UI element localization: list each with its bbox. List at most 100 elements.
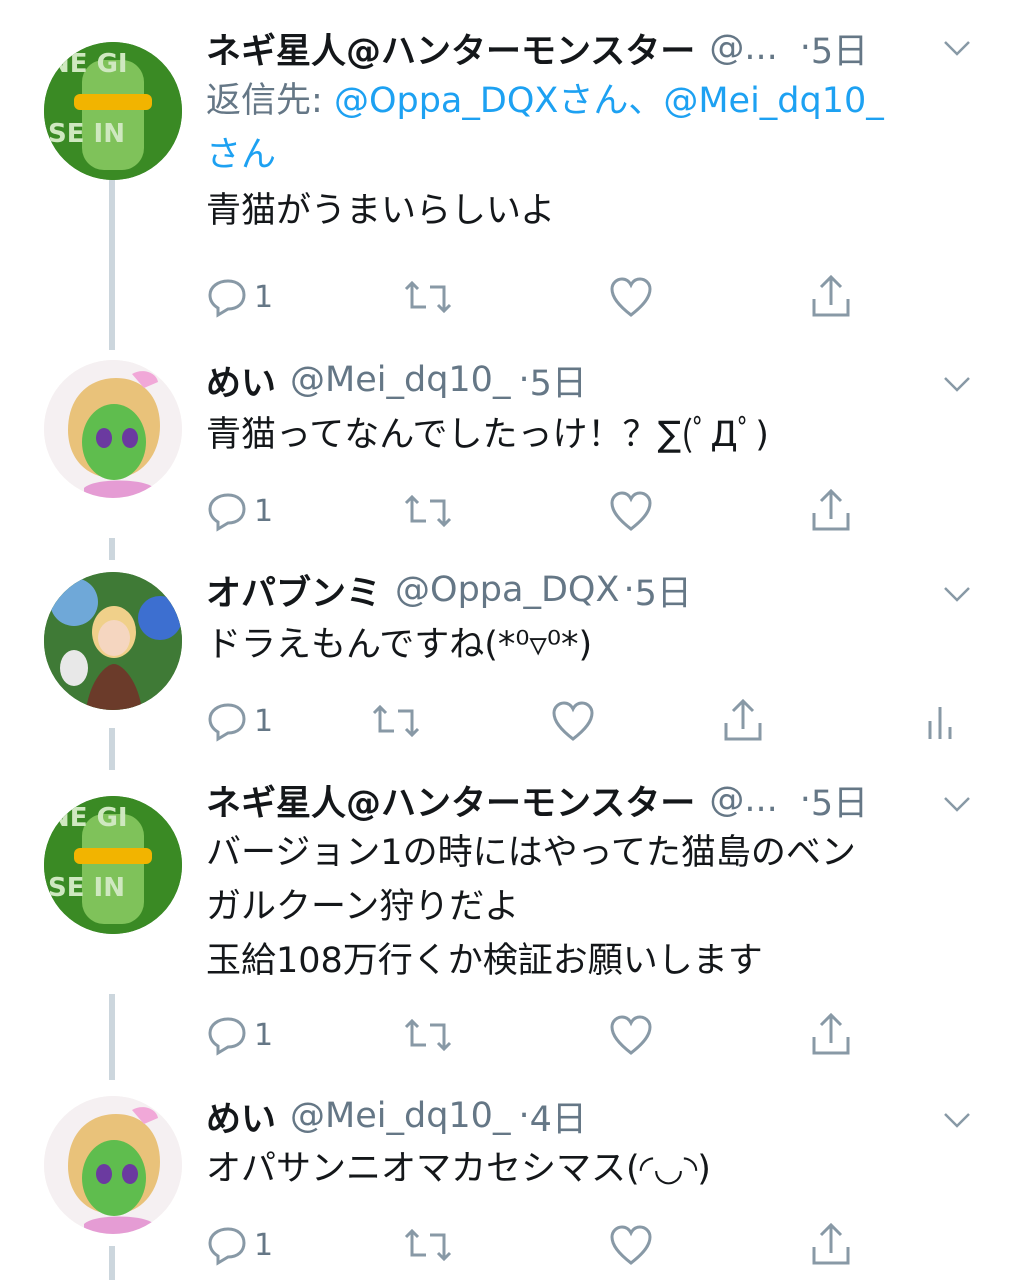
heart-icon xyxy=(610,1015,652,1055)
separator: · xyxy=(799,780,811,820)
tweet-text: オパサンニオマカセシマス(◜◡◝) xyxy=(206,1149,711,1189)
share-button[interactable] xyxy=(808,1010,854,1060)
reply-count: 1 xyxy=(254,703,274,739)
reply-count: 1 xyxy=(254,493,274,529)
separator: · xyxy=(623,570,635,610)
chevron-down-icon[interactable] xyxy=(942,584,972,604)
svg-text:NE GI: NE GI xyxy=(48,803,128,833)
retweet-icon xyxy=(404,1228,452,1262)
reply-button[interactable]: 1 xyxy=(206,1010,273,1060)
handle[interactable]: @Oppa_DQX xyxy=(395,570,619,610)
handle[interactable]: @... xyxy=(709,780,777,820)
tweet-header: ネギ星人@ハンターモンスター @... · 5日 xyxy=(206,18,972,78)
display-name[interactable]: めい xyxy=(206,1091,276,1142)
svg-text:SE IN: SE IN xyxy=(48,873,125,903)
timestamp[interactable]: 5日 xyxy=(811,23,868,74)
tweet-body: ドラえもんですね(*⁰▿⁰*) xyxy=(206,618,972,672)
heart-icon xyxy=(610,277,652,317)
retweet-button[interactable] xyxy=(402,486,454,536)
reply-icon xyxy=(208,279,246,318)
share-button[interactable] xyxy=(808,486,854,536)
like-button[interactable] xyxy=(550,696,596,746)
avatar[interactable]: NE GI SE IN xyxy=(44,796,182,934)
share-icon xyxy=(812,274,850,317)
reply-button[interactable]: 1 xyxy=(206,1220,273,1270)
heart-icon xyxy=(610,491,652,531)
tweet-body: オパサンニオマカセシマス(◜◡◝) xyxy=(206,1142,972,1196)
tweet-header: ネギ星人@ハンターモンスター @... · 5日 xyxy=(206,770,972,830)
timestamp[interactable]: 5日 xyxy=(811,775,868,826)
tweet-text: 青猫がうまいらしいよ xyxy=(206,191,556,231)
avatar[interactable] xyxy=(44,360,182,498)
avatar[interactable]: NE GI SE IN xyxy=(44,42,182,180)
analytics-button[interactable] xyxy=(926,696,958,746)
handle[interactable]: @Mei_dq10_ xyxy=(290,1096,510,1136)
tweet-header: オパブンミ @Oppa_DQX · 5日 xyxy=(206,560,972,620)
avatar[interactable] xyxy=(44,1096,182,1234)
separator: · xyxy=(518,1096,530,1136)
like-button[interactable] xyxy=(608,1010,654,1060)
tweet-text-line: ガルクーン狩りだよ xyxy=(206,887,520,927)
tweet-5[interactable]: めい @Mei_dq10_ · 4日 オパサンニオマカセシマス(◜◡◝) 1 xyxy=(0,1086,1012,1280)
reply-label: 返信先: xyxy=(206,81,323,121)
retweet-icon xyxy=(372,704,420,738)
reply-icon xyxy=(208,1017,246,1056)
retweet-icon xyxy=(404,280,452,314)
tweet-body: バージョン1の時にはやってた猫島のベン ガルクーン狩りだよ 玉給108万行くか検… xyxy=(206,826,972,988)
reply-button[interactable]: 1 xyxy=(206,696,273,746)
tweet-4[interactable]: NE GI SE IN ネギ星人@ハンターモンスター @... · 5日 バージ… xyxy=(0,770,1012,1080)
share-button[interactable] xyxy=(808,272,854,322)
tweet-text: ドラえもんですね(*⁰▿⁰*) xyxy=(206,625,593,665)
heart-icon xyxy=(552,701,594,741)
chevron-down-icon[interactable] xyxy=(942,374,972,394)
like-button[interactable] xyxy=(608,486,654,536)
retweet-button[interactable] xyxy=(402,1010,454,1060)
tweet-1[interactable]: NE GI SE IN ネギ星人@ハンターモンスター @... · 5日 返信先… xyxy=(0,0,1012,350)
tweet-3[interactable]: オパブンミ @Oppa_DQX · 5日 ドラえもんですね(*⁰▿⁰*) 1 xyxy=(0,560,1012,770)
handle[interactable]: @... xyxy=(709,28,777,68)
tweet-text: 青猫ってなんでしたっけ！？∑(ﾟДﾟ) xyxy=(206,415,769,455)
share-icon xyxy=(812,1222,850,1265)
svg-text:SE IN: SE IN xyxy=(48,119,125,149)
action-bar: 1 xyxy=(206,696,966,746)
tweet-body: 青猫ってなんでしたっけ！？∑(ﾟДﾟ) xyxy=(206,408,972,462)
reply-button[interactable]: 1 xyxy=(206,272,273,322)
timestamp[interactable]: 5日 xyxy=(530,355,587,406)
display-name[interactable]: めい xyxy=(206,355,276,406)
share-icon xyxy=(812,1012,850,1055)
retweet-button[interactable] xyxy=(402,1220,454,1270)
timestamp[interactable]: 5日 xyxy=(635,565,692,616)
retweet-icon xyxy=(404,494,452,528)
reply-button[interactable]: 1 xyxy=(206,486,273,536)
retweet-button[interactable] xyxy=(402,272,454,322)
like-button[interactable] xyxy=(608,272,654,322)
reply-suffix[interactable]: さん xyxy=(206,135,276,175)
separator: · xyxy=(518,360,530,400)
avatar[interactable] xyxy=(44,572,182,710)
chevron-down-icon[interactable] xyxy=(942,794,972,814)
reply-mentions[interactable]: @Oppa_DQXさん、@Mei_dq10_ xyxy=(334,81,884,121)
thread-line xyxy=(109,728,115,770)
handle[interactable]: @Mei_dq10_ xyxy=(290,360,510,400)
share-icon xyxy=(724,698,762,741)
chevron-down-icon[interactable] xyxy=(942,38,972,58)
reply-context: 返信先: @Oppa_DQXさん、@Mei_dq10_ さん xyxy=(206,74,972,182)
reply-count: 1 xyxy=(254,1227,274,1263)
action-bar: 1 xyxy=(206,1010,986,1060)
action-bar: 1 xyxy=(206,1220,986,1270)
chevron-down-icon[interactable] xyxy=(942,1110,972,1130)
thread-line xyxy=(109,180,115,350)
timestamp[interactable]: 4日 xyxy=(530,1091,587,1142)
display-name[interactable]: ネギ星人@ハンターモンスター xyxy=(206,775,695,826)
display-name[interactable]: ネギ星人@ハンターモンスター xyxy=(206,23,695,74)
tweet-text-line: 玉給108万行くか検証お願いします xyxy=(206,941,763,981)
reply-count: 1 xyxy=(254,1017,274,1053)
tweet-2[interactable]: めい @Mei_dq10_ · 5日 青猫ってなんでしたっけ！？∑(ﾟДﾟ) 1 xyxy=(0,350,1012,560)
like-button[interactable] xyxy=(608,1220,654,1270)
tweet-header: めい @Mei_dq10_ · 5日 xyxy=(206,350,972,410)
thread-line xyxy=(109,994,115,1080)
display-name[interactable]: オパブンミ xyxy=(206,565,381,616)
retweet-button[interactable] xyxy=(370,696,422,746)
share-button[interactable] xyxy=(720,696,766,746)
share-button[interactable] xyxy=(808,1220,854,1270)
